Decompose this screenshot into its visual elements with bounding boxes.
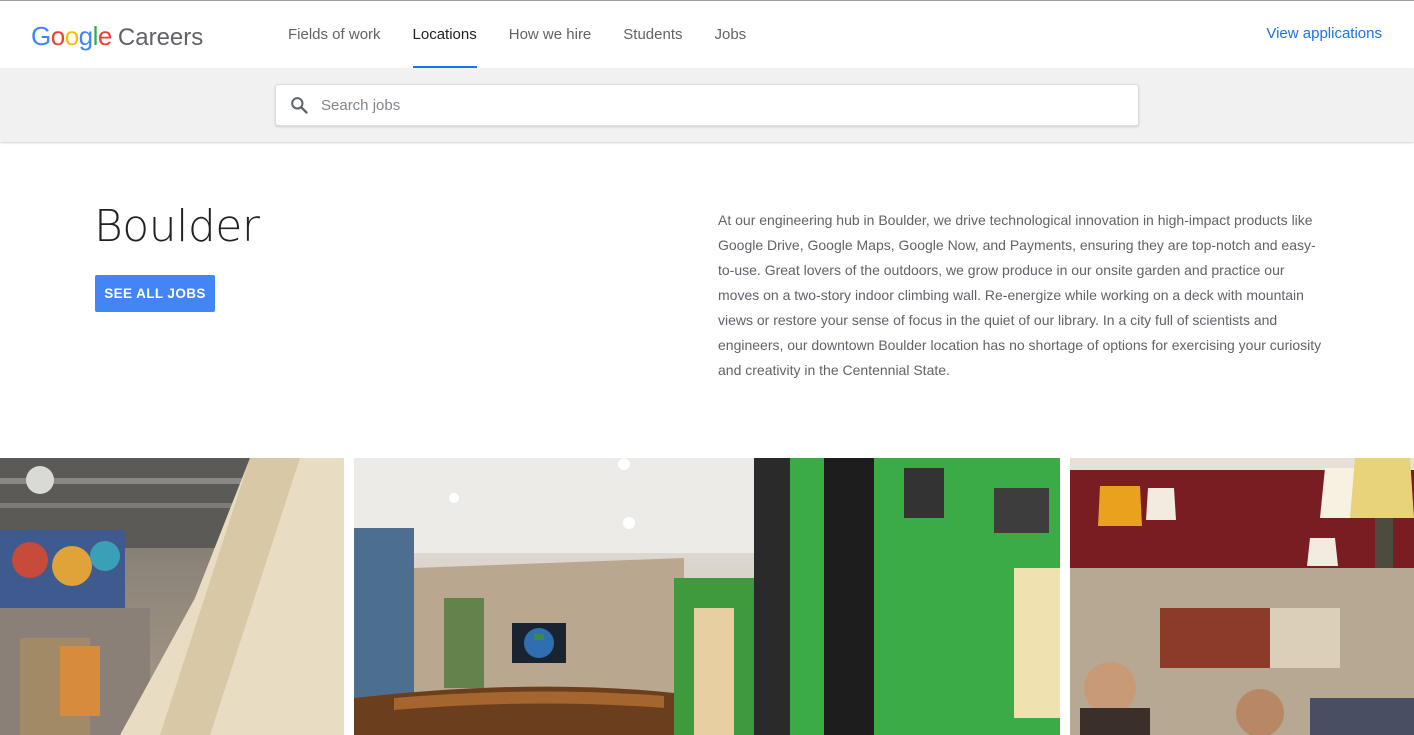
nav-how-we-hire[interactable]: How we hire (493, 1, 608, 68)
search-band (0, 68, 1414, 142)
view-applications-link[interactable]: View applications (1266, 25, 1382, 42)
office-photo-cafe (1070, 458, 1414, 735)
google-careers-logo[interactable]: Google Careers (31, 21, 203, 51)
search-icon[interactable] (289, 95, 309, 115)
nav-fields-of-work[interactable]: Fields of work (272, 1, 397, 68)
search-box[interactable] (275, 84, 1139, 126)
office-photo-interior (0, 458, 344, 735)
office-photo-lobby (354, 458, 1060, 735)
location-description: At our engineering hub in Boulder, we dr… (718, 212, 1322, 378)
site-header: Google Careers Fields of work Locations … (0, 1, 1414, 68)
page-title: Boulder (94, 201, 260, 252)
nav-students[interactable]: Students (607, 1, 698, 68)
nav-jobs[interactable]: Jobs (699, 1, 763, 68)
google-wordmark: Google (31, 21, 112, 51)
nav-locations[interactable]: Locations (397, 1, 493, 68)
main-nav: Fields of work Locations How we hire Stu… (272, 1, 762, 68)
careers-wordmark: Careers (117, 24, 204, 51)
see-all-jobs-button[interactable]: SEE ALL JOBS (95, 275, 215, 312)
search-input[interactable] (321, 96, 1101, 114)
